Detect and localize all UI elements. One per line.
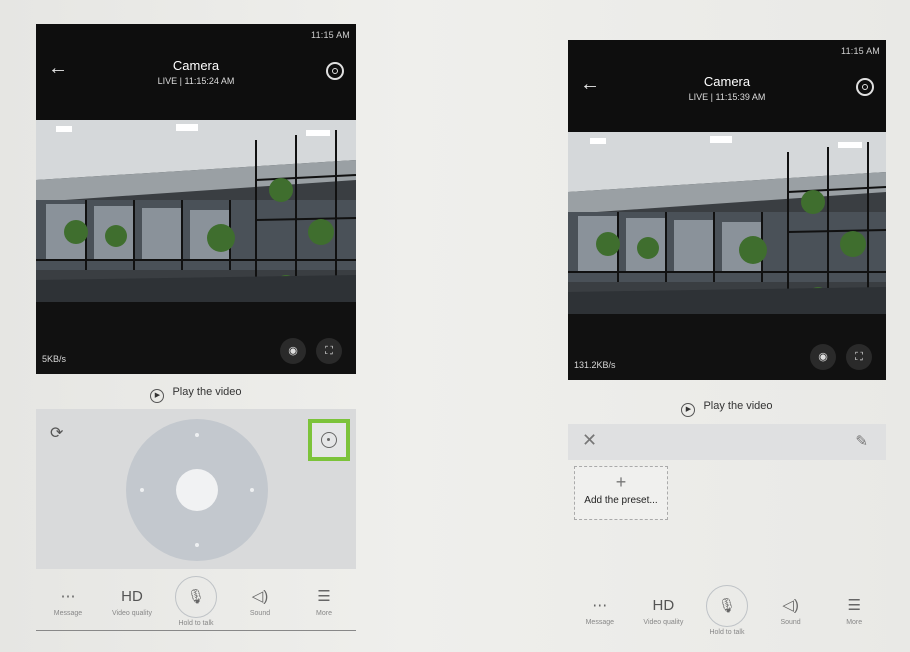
target-icon: [321, 432, 337, 448]
sound-icon: ◁): [251, 587, 269, 605]
play-circle-icon: ▶: [681, 403, 696, 417]
video-quality-label: Video quality: [643, 618, 684, 626]
edit-pencil-icon[interactable]: ✎: [855, 432, 868, 450]
hold-to-talk-label: Hold to talk: [709, 628, 745, 636]
left-phone-screen: 11:15 AM ← Camera LIVE | 11:15:24 AM 5KB…: [36, 24, 356, 634]
fullscreen-icon[interactable]: ⛶: [316, 338, 342, 364]
right-phone-screen: 11:15 AM ← Camera LIVE | 11:15:39 AM 131…: [568, 40, 886, 640]
more-button[interactable]: ☰ More: [825, 595, 883, 626]
hd-icon: HD: [652, 596, 675, 614]
fullscreen-icon[interactable]: ⛶: [846, 344, 872, 370]
preset-position-button[interactable]: [308, 419, 350, 461]
message-button[interactable]: ⋯ Message: [39, 586, 97, 617]
camera-video-feed[interactable]: [568, 132, 886, 314]
snapshot-camera-icon[interactable]: ◉: [810, 344, 836, 370]
sound-button[interactable]: ◁) Sound: [762, 595, 820, 626]
bottom-action-bar: ⋯ Message HD Video quality 🎙 Hold to tal…: [36, 572, 356, 631]
sync-rotate-icon[interactable]: ⟳: [50, 423, 63, 443]
video-frame-image: [36, 120, 356, 302]
snapshot-camera-icon[interactable]: ◉: [280, 338, 306, 364]
message-label: Message: [585, 618, 614, 626]
mic-icon: 🎙: [705, 584, 748, 627]
settings-gear-icon[interactable]: [856, 78, 874, 96]
video-frame-image: [568, 132, 886, 314]
plus-icon: +: [615, 472, 627, 492]
message-label: Message: [53, 609, 83, 617]
add-preset-label: Add the preset...: [584, 495, 658, 506]
status-time: 11:15 AM: [841, 46, 880, 56]
menu-icon: ☰: [317, 587, 331, 605]
bitrate-readout: 131.2KB/s: [574, 360, 616, 370]
more-label: More: [316, 609, 332, 617]
ptz-control-panel: ⟳: [36, 409, 356, 569]
close-icon[interactable]: ✕: [582, 430, 597, 451]
add-preset-button[interactable]: + Add the preset...: [574, 466, 668, 520]
joystick-right-dot: [250, 488, 254, 492]
hold-to-talk-button[interactable]: 🎙 Hold to talk: [167, 575, 225, 627]
camera-video-feed[interactable]: [36, 120, 356, 302]
hold-to-talk-label: Hold to talk: [178, 619, 214, 627]
more-button[interactable]: ☰ More: [295, 586, 353, 617]
play-video-link[interactable]: ▶ Play the video: [568, 400, 886, 417]
hd-icon: HD: [121, 587, 143, 605]
play-video-label: Play the video: [703, 400, 773, 412]
bitrate-readout: 5KB/s: [42, 354, 67, 364]
status-time: 11:15 AM: [311, 30, 350, 40]
joystick-down-dot: [195, 543, 199, 547]
bottom-action-bar: ⋯ Message HD Video quality 🎙 Hold to tal…: [568, 580, 886, 640]
direction-joystick[interactable]: [126, 419, 268, 561]
video-quality-button[interactable]: HD Video quality: [103, 586, 161, 617]
menu-icon: ☰: [847, 596, 861, 614]
hold-to-talk-button[interactable]: 🎙 Hold to talk: [698, 584, 756, 636]
joystick-up-dot: [195, 433, 199, 437]
top-bar: 11:15 AM ← Camera LIVE | 11:15:39 AM: [568, 40, 886, 132]
page-title: Camera: [703, 74, 751, 89]
live-timestamp: LIVE | 11:15:39 AM: [688, 92, 766, 102]
page-title: Camera: [172, 58, 220, 73]
sound-button[interactable]: ◁) Sound: [231, 586, 289, 617]
message-icon: ⋯: [592, 596, 608, 614]
settings-gear-icon[interactable]: [326, 62, 344, 80]
mic-icon: 🎙: [175, 575, 217, 618]
play-circle-icon: ▶: [150, 389, 165, 403]
sound-label: Sound: [780, 618, 801, 626]
live-timestamp: LIVE | 11:15:24 AM: [157, 76, 235, 86]
video-controls-bar: 5KB/s ◉ ⛶: [36, 302, 356, 374]
video-quality-label: Video quality: [112, 609, 152, 617]
message-button[interactable]: ⋯ Message: [571, 595, 629, 626]
sound-label: Sound: [249, 609, 271, 617]
top-bar: 11:15 AM ← Camera LIVE | 11:15:24 AM: [36, 24, 356, 120]
play-video-label: Play the video: [172, 386, 242, 398]
joystick-center[interactable]: [176, 469, 218, 511]
video-quality-button[interactable]: HD Video quality: [634, 595, 692, 626]
more-label: More: [846, 618, 863, 626]
play-video-link[interactable]: ▶ Play the video: [36, 386, 356, 403]
message-icon: ⋯: [60, 587, 76, 605]
video-controls-bar: 131.2KB/s ◉ ⛶: [568, 314, 886, 380]
preset-toolbar: ✕ ✎: [568, 424, 886, 460]
joystick-left-dot: [140, 488, 144, 492]
sound-icon: ◁): [782, 596, 799, 614]
